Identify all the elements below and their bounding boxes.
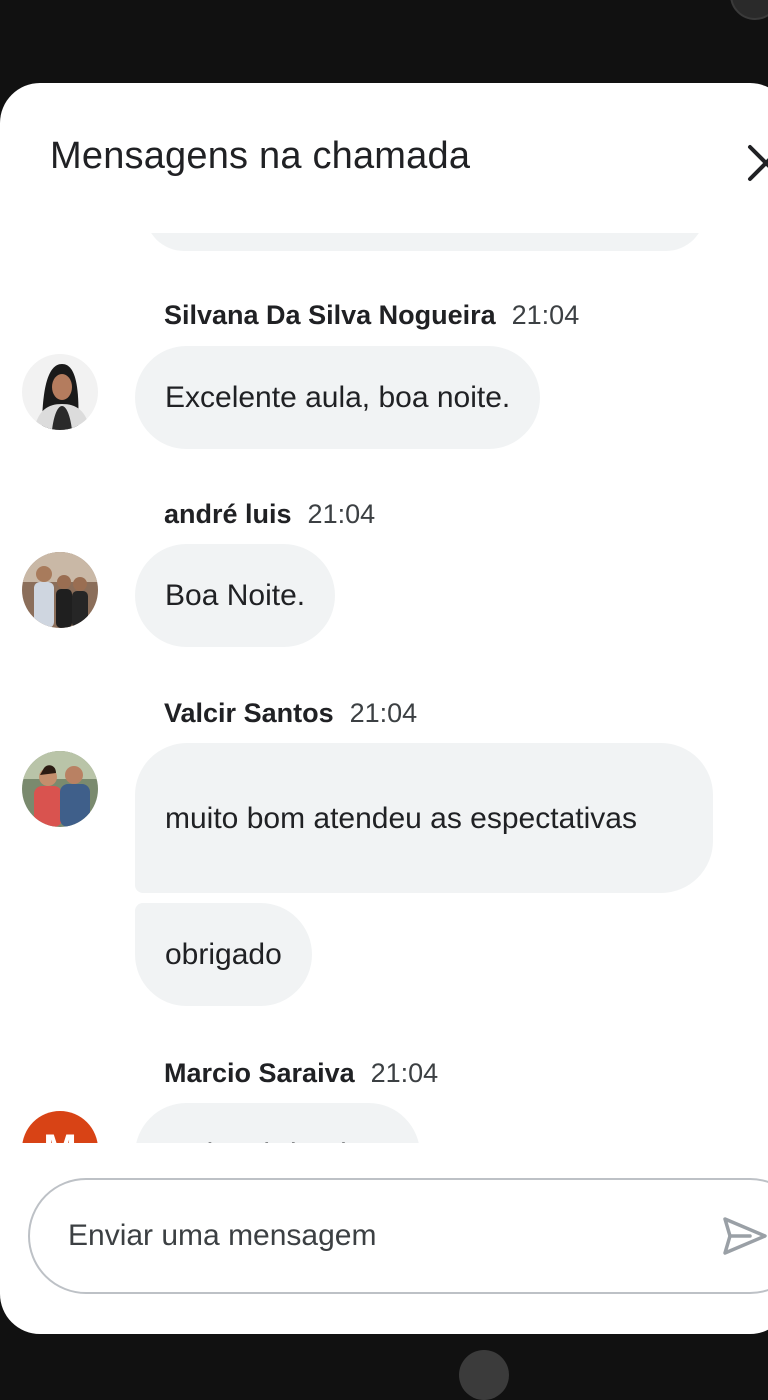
message-time: 21:04 xyxy=(370,1058,439,1088)
user-photo-icon xyxy=(22,751,98,827)
panel-header: Mensagens na chamada xyxy=(0,83,768,233)
message-time: 21:04 xyxy=(349,698,418,728)
message-time: 21:04 xyxy=(511,300,580,330)
message-bubble: obrigado xyxy=(135,903,312,1006)
message-input[interactable] xyxy=(68,1180,688,1292)
user-photo-icon xyxy=(22,552,98,628)
message-header: Marcio Saraiva 21:04 xyxy=(164,1057,438,1089)
send-button[interactable] xyxy=(722,1216,768,1256)
close-icon xyxy=(748,145,768,181)
close-button[interactable] xyxy=(744,141,768,185)
message-time: 21:04 xyxy=(307,499,376,529)
message-bubble-previous xyxy=(145,233,705,251)
send-icon xyxy=(723,1217,767,1255)
message-header: Valcir Santos 21:04 xyxy=(164,697,417,729)
user-photo-icon xyxy=(22,354,98,430)
avatar[interactable]: M xyxy=(22,1111,98,1143)
sender-name: Valcir Santos xyxy=(164,698,334,728)
message-header: andré luis 21:04 xyxy=(164,498,375,530)
sender-name: Silvana Da Silva Nogueira xyxy=(164,300,496,330)
avatar[interactable] xyxy=(22,354,98,430)
message-list[interactable]: Silvana Da Silva Nogueira 21:04 Excelente… xyxy=(0,233,768,1143)
message-bubble: Muito obrigado xyxy=(135,1103,420,1143)
panel-title: Mensagens na chamada xyxy=(50,135,471,177)
in-call-messages-panel: Mensagens na chamada Silvana Da Silva No… xyxy=(0,83,768,1334)
message-composer xyxy=(28,1178,768,1294)
sender-name: andré luis xyxy=(164,499,292,529)
avatar[interactable] xyxy=(22,751,98,827)
avatar-letter: M xyxy=(43,1111,76,1143)
message-header: Silvana Da Silva Nogueira 21:04 xyxy=(164,299,579,331)
message-bubble: Excelente aula, boa noite. xyxy=(135,346,541,449)
avatar[interactable] xyxy=(22,552,98,628)
sender-name: Marcio Saraiva xyxy=(164,1058,355,1088)
overlay-control[interactable] xyxy=(730,0,768,20)
message-bubble: muito bom atendeu as espectativas xyxy=(135,743,713,893)
message-bubble: Boa Noite. xyxy=(135,544,336,647)
system-nav-handle[interactable] xyxy=(459,1350,509,1400)
